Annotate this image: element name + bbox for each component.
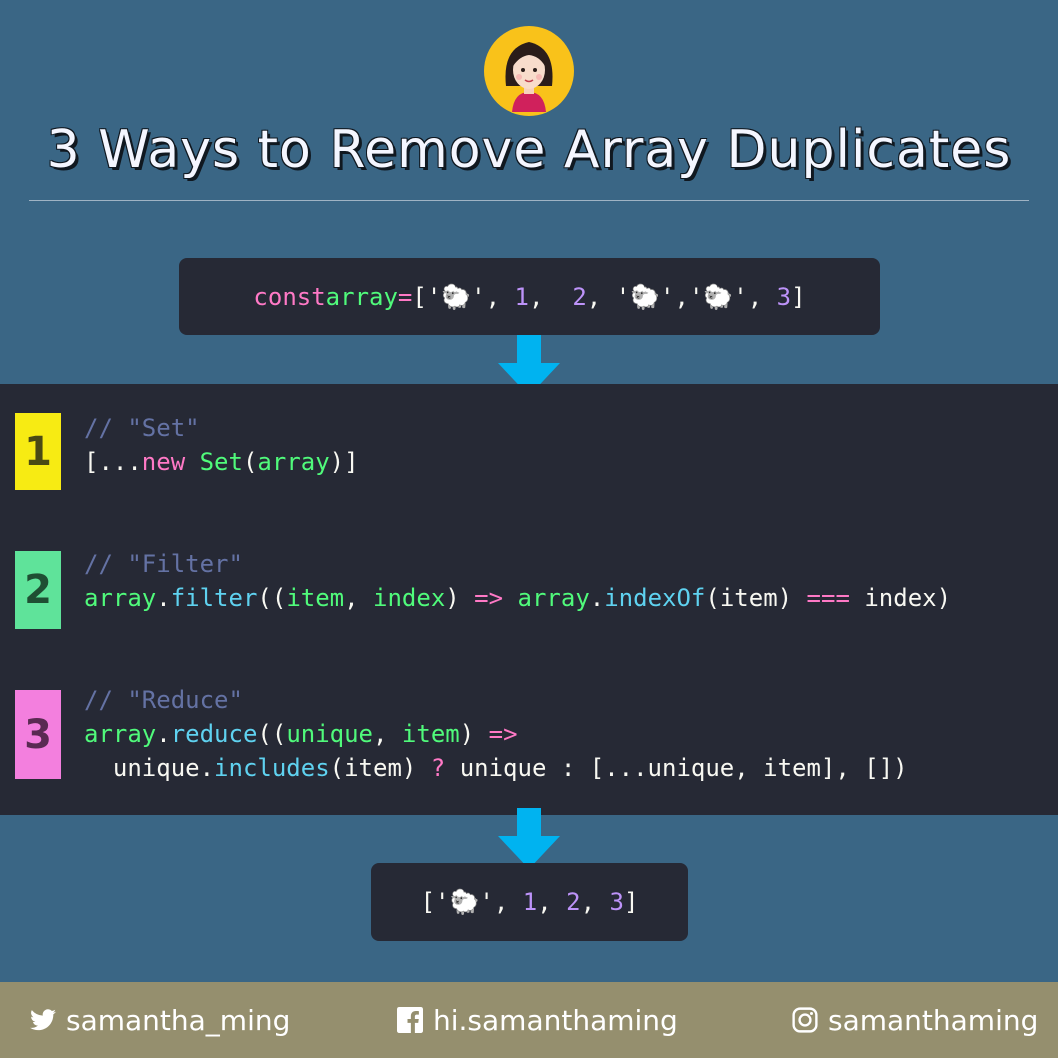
code-token: item bbox=[286, 584, 345, 612]
code-token: 3 bbox=[776, 282, 792, 311]
input-array-code: const array = [' 🐑 ', 1, 2, ' 🐑 ',' 🐑 ', 3] bbox=[179, 258, 880, 335]
avatar bbox=[484, 26, 574, 116]
code-token: const bbox=[253, 282, 326, 311]
code-comment: // "Reduce" bbox=[84, 686, 243, 714]
code-comment: // "Set" bbox=[84, 414, 200, 442]
code-token: === bbox=[806, 584, 850, 612]
method-number-badge: 1 bbox=[15, 413, 61, 490]
code-token: ? bbox=[430, 754, 446, 782]
method-number-badge: 2 bbox=[15, 551, 61, 629]
code-token: . bbox=[156, 584, 171, 612]
facebook-handle: hi.samanthaming bbox=[433, 1003, 678, 1037]
method-comment: // "Set" bbox=[84, 413, 200, 443]
code-token: ',' bbox=[660, 282, 704, 311]
code-token: [... bbox=[84, 448, 142, 476]
code-token: Set bbox=[199, 448, 243, 476]
code-token: 2 bbox=[572, 282, 587, 311]
code-token: item bbox=[401, 720, 460, 748]
code-token: , bbox=[580, 888, 610, 916]
code-token: = bbox=[397, 282, 413, 311]
twitter-icon bbox=[30, 1009, 56, 1031]
code-token: array bbox=[325, 282, 398, 311]
code-token: reduce bbox=[170, 720, 258, 748]
sheep-icon: 🐑 bbox=[703, 282, 734, 311]
code-token: ] bbox=[623, 888, 639, 916]
output-array-code: [' 🐑 ', 1, 2, 3] bbox=[371, 863, 688, 941]
code-token: index bbox=[373, 584, 446, 612]
code-token: , bbox=[373, 720, 402, 748]
method-code-line: array.filter((item, index) => array.inde… bbox=[84, 583, 951, 613]
method-comment: // "Filter" bbox=[84, 549, 243, 579]
code-token: , bbox=[528, 282, 573, 311]
code-token: => bbox=[488, 720, 518, 748]
code-token: array bbox=[84, 584, 157, 612]
code-token: 3 bbox=[609, 888, 624, 916]
arrow-down-icon bbox=[498, 808, 560, 869]
code-token: . bbox=[589, 584, 605, 612]
code-token: ) bbox=[445, 584, 475, 612]
page-title: 3 Ways to Remove Array Duplicates bbox=[46, 120, 1012, 180]
method-comment: // "Reduce" bbox=[84, 685, 243, 715]
code-token: unique bbox=[286, 720, 374, 748]
facebook-icon bbox=[397, 1007, 423, 1033]
code-token: filter bbox=[170, 584, 258, 612]
method-code-line: array.reduce((unique, item) => bbox=[84, 719, 518, 749]
code-token: . bbox=[156, 720, 171, 748]
code-token: ', bbox=[733, 282, 777, 311]
code-token: [' bbox=[420, 888, 450, 916]
sheep-icon: 🐑 bbox=[449, 888, 480, 916]
code-token: unique. bbox=[84, 754, 215, 782]
code-token: 1 bbox=[514, 282, 529, 311]
code-token: includes bbox=[214, 754, 330, 782]
sheep-icon: 🐑 bbox=[441, 282, 472, 311]
code-token: indexOf bbox=[604, 584, 706, 612]
instagram-handle: samanthaming bbox=[828, 1003, 1039, 1037]
title-divider bbox=[29, 200, 1029, 201]
method-number-badge: 3 bbox=[15, 690, 61, 779]
code-token: array bbox=[517, 584, 590, 612]
code-token: , ' bbox=[586, 282, 631, 311]
code-token: unique : [...unique, item], []) bbox=[445, 754, 908, 782]
code-token: ', bbox=[471, 282, 515, 311]
twitter-link[interactable]: samantha_ming bbox=[30, 1000, 290, 1040]
instagram-link[interactable]: samanthaming bbox=[792, 1000, 1038, 1040]
code-token: ', bbox=[479, 888, 523, 916]
code-token: ( bbox=[242, 448, 258, 476]
sheep-icon: 🐑 bbox=[630, 282, 661, 311]
code-token: ] bbox=[791, 282, 806, 311]
code-token: (item) bbox=[705, 584, 807, 612]
code-token: index) bbox=[849, 584, 952, 612]
code-token: => bbox=[474, 584, 504, 612]
code-token: array bbox=[84, 720, 157, 748]
method-code-line: [...new Set(array)] bbox=[84, 447, 359, 477]
code-token: (( bbox=[257, 584, 287, 612]
code-token: , bbox=[537, 888, 567, 916]
code-token: , bbox=[344, 584, 374, 612]
code-token: [' bbox=[412, 282, 442, 311]
instagram-icon bbox=[792, 1007, 818, 1033]
twitter-handle: samantha_ming bbox=[66, 1003, 291, 1037]
facebook-link[interactable]: hi.samanthaming bbox=[397, 1000, 678, 1040]
code-token: 2 bbox=[566, 888, 581, 916]
code-token: (( bbox=[257, 720, 287, 748]
code-comment: // "Filter" bbox=[84, 550, 243, 578]
code-token: new bbox=[141, 448, 186, 476]
code-token: 1 bbox=[522, 888, 538, 916]
code-token: (item) bbox=[329, 754, 431, 782]
code-token: ) bbox=[459, 720, 489, 748]
method-code-line: unique.includes(item) ? unique : [...uni… bbox=[84, 753, 908, 783]
code-token: array bbox=[257, 448, 330, 476]
code-token: )] bbox=[329, 448, 359, 476]
